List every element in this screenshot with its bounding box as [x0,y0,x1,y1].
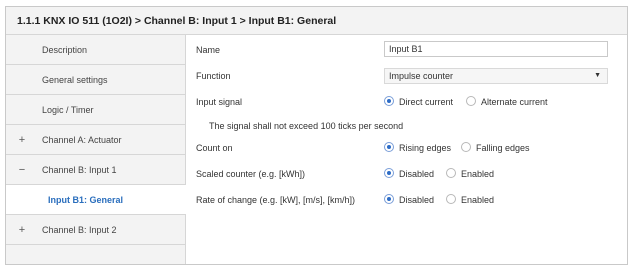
parameter-window: 1.1.1 KNX IO 511 (1O2I) > Channel B: Inp… [5,6,628,265]
rate-of-change-enabled-radio[interactable]: Enabled [446,193,501,207]
alternate-current-label: Alternate current [481,97,548,107]
falling-edges-radio[interactable]: Falling edges [461,141,536,155]
scaled-counter-disabled-label: Disabled [399,169,435,179]
sidebar-item-logic-timer[interactable]: Logic / Timer [6,95,185,125]
sidebar-item-general-settings[interactable]: General settings [6,65,185,95]
sidebar: Description General settings Logic / Tim… [6,35,186,264]
radio-unselected-icon [446,168,456,178]
scaled-counter-enabled-label: Enabled [461,169,495,179]
count-on-label: Count on [196,143,233,153]
radio-unselected-icon [446,194,456,204]
sidebar-item-label: Description [42,45,88,55]
signal-note: The signal shall not exceed 100 ticks pe… [209,121,404,131]
function-select[interactable]: Impulse counter ▼ [384,68,608,84]
sidebar-item-label: Channel B: Input 1 [42,165,117,175]
name-input[interactable]: Input B1 [384,41,608,57]
parameter-panel: Name Input B1 Function Impulse counter ▼… [186,35,627,264]
sidebar-item-input-b1-general[interactable]: Input B1: General [6,185,186,215]
function-select-value: Impulse counter [389,71,454,81]
alternate-current-radio[interactable]: Alternate current [466,95,561,109]
name-label: Name [196,45,221,55]
function-label: Function [196,71,231,81]
radio-selected-icon [384,142,394,152]
rate-of-change-disabled-label: Disabled [399,195,435,205]
expand-icon[interactable]: + [15,125,29,155]
sidebar-item-label: Channel A: Actuator [42,135,122,145]
sidebar-item-label: General settings [42,75,108,85]
radio-selected-icon [384,168,394,178]
scaled-counter-enabled-radio[interactable]: Enabled [446,167,501,181]
direct-current-label: Direct current [399,97,454,107]
expand-icon[interactable]: + [15,215,29,245]
input-signal-label: Input signal [196,97,243,107]
direct-current-radio[interactable]: Direct current [384,95,462,109]
radio-selected-icon [384,194,394,204]
rate-of-change-disabled-radio[interactable]: Disabled [384,193,442,207]
sidebar-item-channel-b-input-1[interactable]: − Channel B: Input 1 [6,155,185,185]
radio-unselected-icon [461,142,471,152]
falling-edges-label: Falling edges [476,143,530,153]
scaled-counter-label: Scaled counter (e.g. [kWh]) [196,169,306,179]
collapse-icon[interactable]: − [15,155,29,185]
rate-of-change-enabled-label: Enabled [461,195,495,205]
rising-edges-radio[interactable]: Rising edges [384,141,456,155]
rate-of-change-label: Rate of change (e.g. [kW], [m/s], [km/h]… [196,195,356,205]
sidebar-item-channel-b-input-2[interactable]: + Channel B: Input 2 [6,215,185,245]
chevron-down-icon: ▼ [594,72,601,79]
sidebar-item-label: Channel B: Input 2 [42,225,117,235]
scaled-counter-disabled-radio[interactable]: Disabled [384,167,442,181]
sidebar-item-channel-a-actuator[interactable]: + Channel A: Actuator [6,125,185,155]
radio-unselected-icon [466,96,476,106]
sidebar-item-label: Input B1: General [48,195,124,205]
rising-edges-label: Rising edges [399,143,452,153]
window-title: 1.1.1 KNX IO 511 (1O2I) > Channel B: Inp… [6,7,627,35]
radio-selected-icon [384,96,394,106]
sidebar-item-description[interactable]: Description [6,35,185,65]
sidebar-item-label: Logic / Timer [42,105,94,115]
